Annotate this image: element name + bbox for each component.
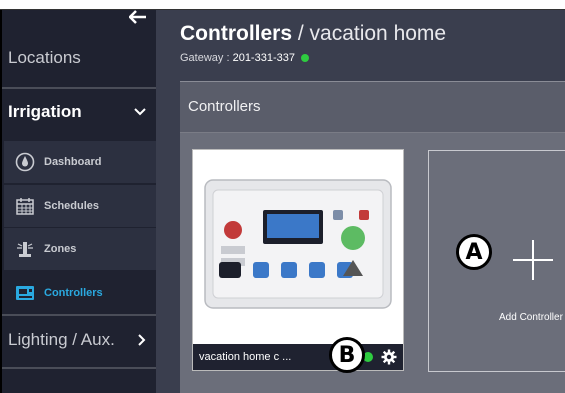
panel-title: Controllers	[188, 98, 261, 115]
sidebar-item-schedules[interactable]: Schedules	[4, 185, 156, 227]
sidebar-item-label: Lighting / Aux.	[8, 330, 115, 349]
controller-card[interactable]: vacation home c ...	[192, 149, 404, 371]
water-drop-icon	[14, 151, 36, 173]
main-content: Controllers / vacation home Gateway : 20…	[156, 10, 565, 393]
calendar-icon	[14, 195, 36, 217]
chevron-right-icon	[138, 333, 146, 349]
back-arrow-icon[interactable]	[126, 10, 150, 30]
gateway-label: Gateway :	[180, 52, 233, 64]
sidebar-item-irrigation[interactable]: Irrigation	[2, 102, 158, 122]
sidebar-item-dashboard[interactable]: Dashboard	[4, 141, 156, 183]
sidebar-item-controllers[interactable]: Controllers	[4, 272, 156, 314]
divider	[2, 367, 158, 369]
divider	[2, 314, 158, 316]
gateway-value: 201-331-337	[232, 52, 295, 64]
sidebar-item-zones[interactable]: Zones	[4, 228, 156, 270]
controller-card-footer: vacation home c ...	[193, 344, 403, 370]
divider	[2, 87, 158, 89]
page-title-location: / vacation home	[292, 22, 447, 45]
sidebar-item-label: Locations	[8, 48, 81, 67]
callout-b: B	[329, 337, 365, 373]
app-window: Locations Irrigation Dashboard Schedules	[0, 0, 565, 393]
sidebar-item-label: Zones	[44, 243, 77, 255]
sidebar: Locations Irrigation Dashboard Schedules	[0, 10, 158, 393]
callout-a: A	[456, 234, 492, 270]
controller-name: vacation home c ...	[199, 351, 292, 363]
page-title-main: Controllers	[180, 22, 293, 45]
panel-header: Controllers	[180, 81, 565, 133]
gateway-info: Gateway : 201-331-337	[180, 52, 309, 64]
add-controller-button[interactable]: Add Controller	[428, 150, 565, 372]
sprinkler-icon	[14, 238, 36, 260]
controllers-panel: Controllers vacation home c ... Add Cont…	[180, 81, 565, 393]
controller-icon	[14, 282, 36, 304]
sidebar-item-label: Schedules	[44, 200, 100, 212]
plus-icon-vertical	[532, 240, 534, 280]
sidebar-item-lighting-aux[interactable]: Lighting / Aux.	[2, 330, 158, 350]
gear-icon[interactable]	[381, 349, 397, 365]
sidebar-item-label: Controllers	[44, 287, 103, 299]
controller-device-image	[193, 150, 403, 344]
top-strip	[0, 0, 565, 10]
sidebar-item-label: Irrigation	[8, 102, 82, 121]
add-controller-label: Add Controller	[499, 312, 563, 323]
gateway-status-dot	[300, 54, 309, 63]
page-title: Controllers / vacation home	[180, 22, 446, 46]
sidebar-item-label: Dashboard	[44, 156, 102, 168]
chevron-down-icon	[134, 102, 146, 119]
sidebar-item-locations[interactable]: Locations	[2, 48, 158, 68]
